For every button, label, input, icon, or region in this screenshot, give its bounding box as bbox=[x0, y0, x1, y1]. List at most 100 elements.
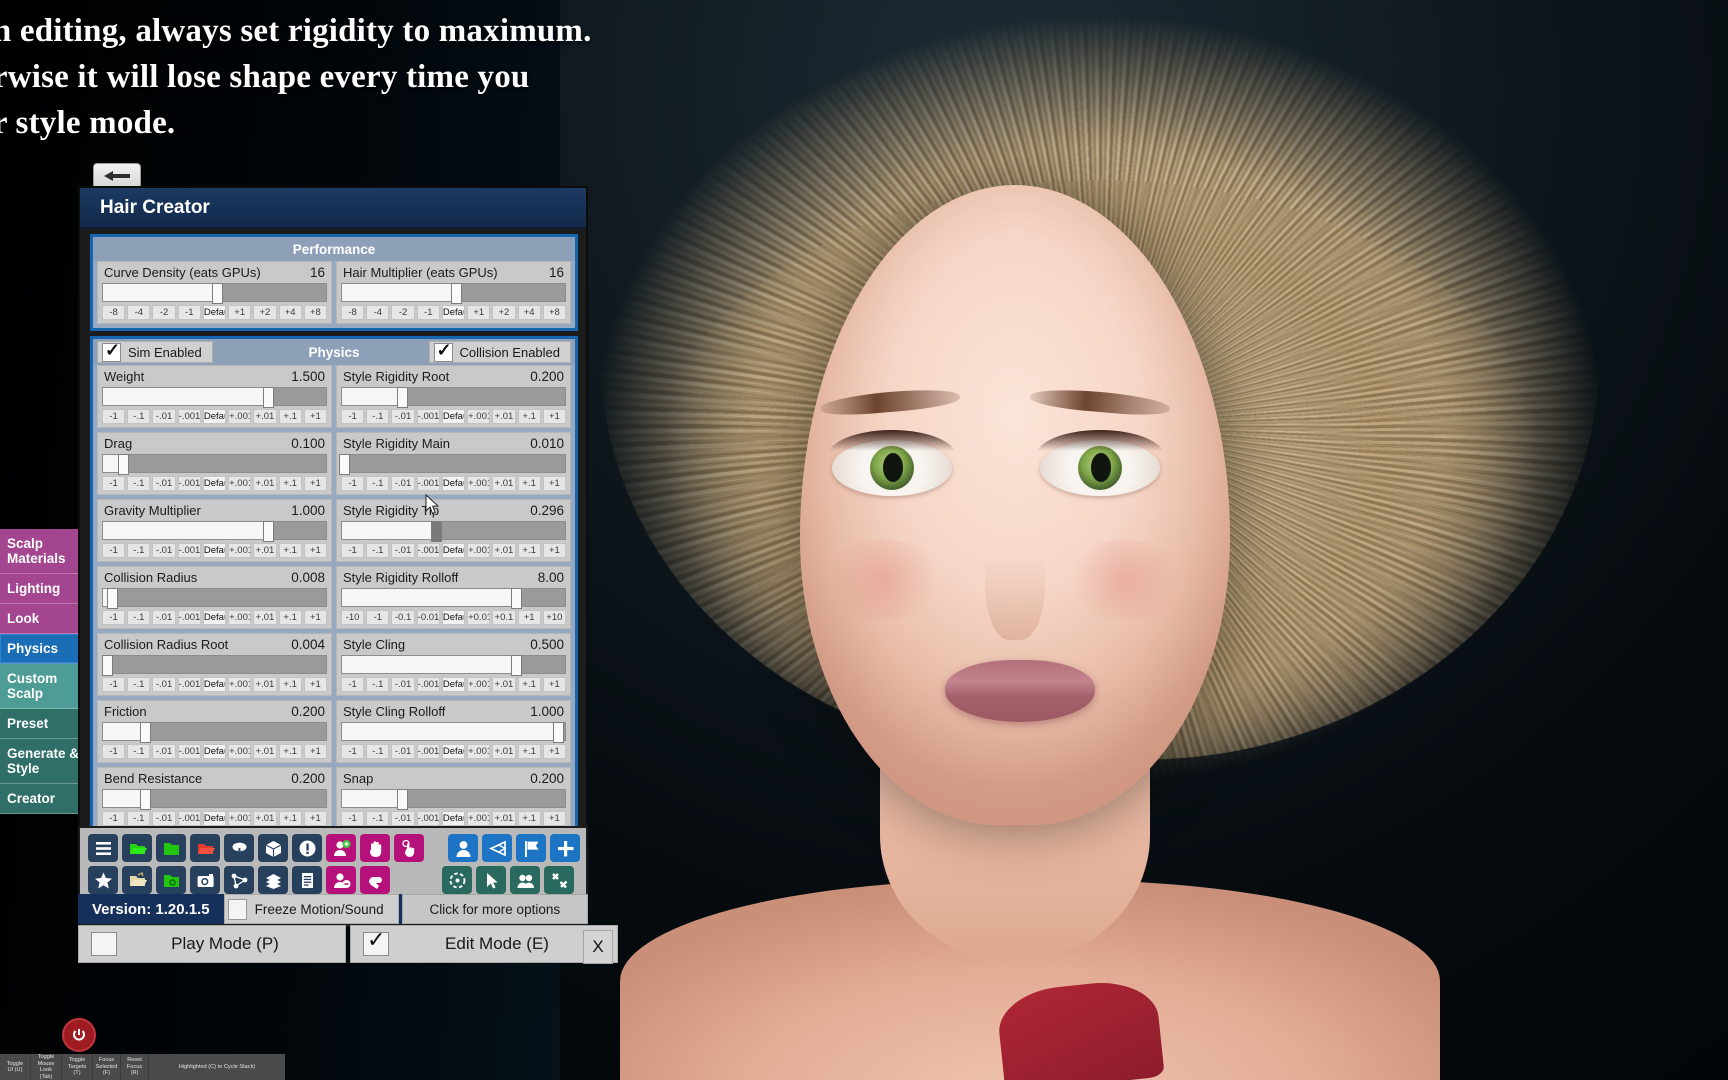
toolbar-button-menu[interactable] bbox=[88, 834, 118, 862]
step-button-001[interactable]: +.001 bbox=[467, 744, 491, 759]
step-button-01[interactable]: +.01 bbox=[492, 543, 516, 558]
slider-track[interactable] bbox=[102, 521, 327, 542]
slider-style-rigidity-rolloff[interactable]: Style Rigidity Rolloff 8.00 -10 -1 -0.1 -0.01… bbox=[336, 566, 571, 629]
step-button-default[interactable]: Default bbox=[441, 543, 466, 558]
step-button-4[interactable]: +4 bbox=[278, 305, 302, 320]
step-button-1[interactable]: -.1 bbox=[127, 677, 151, 692]
step-button-1[interactable]: -.1 bbox=[366, 409, 390, 424]
slider-track[interactable] bbox=[102, 387, 327, 408]
step-button-1[interactable]: -1 bbox=[102, 476, 126, 491]
step-button-1[interactable]: +1 bbox=[542, 744, 566, 759]
step-button-1[interactable]: -1 bbox=[341, 543, 365, 558]
step-button-default[interactable]: Default bbox=[202, 305, 227, 320]
step-button-01[interactable]: -.01 bbox=[152, 409, 176, 424]
step-button-default[interactable]: Default bbox=[202, 677, 227, 692]
toolbar-button-target[interactable] bbox=[442, 866, 472, 894]
toolbar-button-package-open[interactable] bbox=[258, 866, 288, 894]
step-button-1[interactable]: -1 bbox=[341, 476, 365, 491]
step-button-1[interactable]: -.1 bbox=[366, 811, 390, 826]
step-button-1[interactable]: -.1 bbox=[127, 610, 151, 625]
step-button-1[interactable]: -1 bbox=[341, 811, 365, 826]
shortcut-item[interactable]: Toggle Targets (T) bbox=[62, 1054, 92, 1080]
step-button-001[interactable]: +0.01 bbox=[467, 610, 491, 625]
step-button-1[interactable]: -.1 bbox=[127, 476, 151, 491]
power-button[interactable] bbox=[62, 1018, 96, 1052]
step-button-001[interactable]: +.001 bbox=[228, 543, 252, 558]
slider-track[interactable] bbox=[341, 387, 566, 408]
toolbar-button-cube[interactable] bbox=[258, 834, 288, 862]
toolbar-button-tools[interactable] bbox=[544, 866, 574, 894]
slider-snap[interactable]: Snap0.200-1-.1-.01-.001Default+.001+.01+… bbox=[336, 767, 571, 830]
step-button-1[interactable]: +1 bbox=[303, 476, 327, 491]
slider-style-rigidity-tip[interactable]: Style Rigidity Tip 0.296 -1 -.1 -.01 -.001 Def… bbox=[336, 499, 571, 562]
step-button-001[interactable]: +.001 bbox=[228, 811, 252, 826]
toolbar-button-document[interactable] bbox=[292, 866, 322, 894]
slider-collision-radius-root[interactable]: Collision Radius Root 0.004 -1 -.1 -.01 -.001… bbox=[97, 633, 332, 696]
step-button-001[interactable]: +.001 bbox=[228, 409, 252, 424]
step-button-01[interactable]: +.01 bbox=[492, 744, 516, 759]
step-button-01[interactable]: -.01 bbox=[152, 811, 176, 826]
slider-knob[interactable] bbox=[510, 655, 522, 676]
step-button-01[interactable]: -.01 bbox=[152, 744, 176, 759]
step-button-001[interactable]: -.001 bbox=[416, 476, 440, 491]
step-button-1[interactable]: -.1 bbox=[127, 409, 151, 424]
slider-knob[interactable] bbox=[510, 588, 522, 609]
step-button-01[interactable]: -.01 bbox=[391, 476, 415, 491]
slider-track[interactable] bbox=[341, 283, 566, 304]
step-button-01[interactable]: -.01 bbox=[152, 476, 176, 491]
step-button-1[interactable]: +1 bbox=[542, 677, 566, 692]
step-button-001[interactable]: -.001 bbox=[416, 409, 440, 424]
slider-gravity-multiplier[interactable]: Gravity Multiplier 1.000 -1 -.1 -.01 -.001 Def… bbox=[97, 499, 332, 562]
step-button-1[interactable]: +.1 bbox=[517, 543, 541, 558]
slider-style-rigidity-root[interactable]: Style Rigidity Root 0.200 -1 -.1 -.01 -.001 De… bbox=[336, 365, 571, 428]
step-button-01[interactable]: -.01 bbox=[152, 677, 176, 692]
slider-style-rigidity-main[interactable]: Style Rigidity Main 0.010 -1 -.1 -.01 -.001 De… bbox=[336, 432, 571, 495]
step-button-01[interactable]: +.01 bbox=[492, 409, 516, 424]
step-button-01[interactable]: +.01 bbox=[253, 409, 277, 424]
slider-track[interactable] bbox=[341, 722, 566, 743]
slider-bend-resistance[interactable]: Bend Resistance 0.200 -1-.1-.01-.001Defaul… bbox=[97, 767, 332, 830]
step-button-1[interactable]: -1 bbox=[102, 677, 126, 692]
step-button-1[interactable]: -1 bbox=[341, 677, 365, 692]
step-button-default[interactable]: Default bbox=[202, 744, 227, 759]
step-button-01[interactable]: +0.1 bbox=[492, 610, 516, 625]
step-button-1[interactable]: -1 bbox=[416, 305, 440, 320]
slider-knob[interactable] bbox=[211, 283, 223, 304]
step-button-01[interactable]: +.01 bbox=[492, 476, 516, 491]
step-button-1[interactable]: +1 bbox=[303, 744, 327, 759]
step-button-1[interactable]: +.1 bbox=[278, 811, 302, 826]
sim-enabled-checkbox[interactable]: Sim Enabled bbox=[97, 340, 213, 363]
step-button-1[interactable]: -1 bbox=[177, 305, 201, 320]
step-button-1[interactable]: -.1 bbox=[366, 677, 390, 692]
slider-drag[interactable]: Drag0.100-1-.1-.01-.001Default+.001+.01+… bbox=[97, 432, 332, 495]
step-button-1[interactable]: -1 bbox=[102, 744, 126, 759]
step-button-default[interactable]: Default bbox=[441, 811, 466, 826]
step-button-1[interactable]: -.1 bbox=[366, 476, 390, 491]
more-options-button[interactable]: Click for more options bbox=[401, 894, 588, 924]
slider-knob[interactable] bbox=[553, 722, 565, 743]
step-button-8[interactable]: +8 bbox=[303, 305, 327, 320]
step-button-001[interactable]: -.001 bbox=[416, 543, 440, 558]
sidebar-item-scalp-materials[interactable]: Scalp Materials bbox=[0, 529, 89, 574]
shortcut-item[interactable]: Toggle Mouse Look (Tab) bbox=[31, 1054, 61, 1080]
step-button-default[interactable]: Default bbox=[202, 543, 227, 558]
slider-collision-radius[interactable]: Collision Radius 0.008 -1-.1-.01-.001Defau… bbox=[97, 566, 332, 629]
step-button-001[interactable]: +.001 bbox=[228, 744, 252, 759]
step-button-2[interactable]: +2 bbox=[492, 305, 516, 320]
toolbar-button-people[interactable] bbox=[510, 866, 540, 894]
step-button-001[interactable]: +.001 bbox=[228, 476, 252, 491]
toolbar-button-open-folder-green[interactable] bbox=[122, 834, 152, 862]
step-button-01[interactable]: +.01 bbox=[253, 610, 277, 625]
toolbar-button-star[interactable] bbox=[88, 866, 118, 894]
toolbar-button-alert[interactable] bbox=[292, 834, 322, 862]
step-button-1[interactable]: -.1 bbox=[366, 543, 390, 558]
step-button-01[interactable]: +.01 bbox=[253, 744, 277, 759]
slider-track[interactable] bbox=[102, 722, 327, 743]
step-button-1[interactable]: +1 bbox=[303, 677, 327, 692]
step-button-001[interactable]: +.001 bbox=[467, 677, 491, 692]
step-button-001[interactable]: -0.01 bbox=[416, 610, 440, 625]
slider-track[interactable] bbox=[341, 789, 566, 810]
step-button-01[interactable]: -.01 bbox=[391, 543, 415, 558]
step-button-1[interactable]: +1 bbox=[303, 543, 327, 558]
step-button-1[interactable]: -1 bbox=[341, 409, 365, 424]
